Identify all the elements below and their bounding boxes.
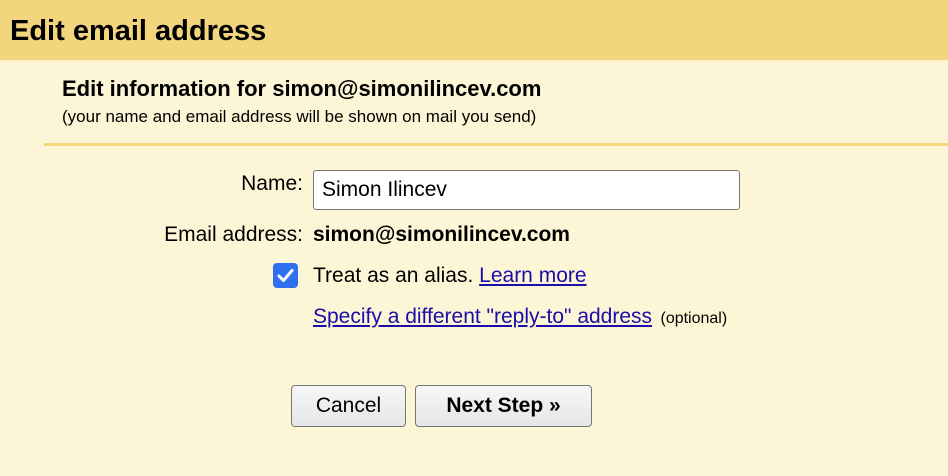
alias-label-row: Treat as an alias. Learn more [313, 263, 587, 289]
intro-title: Edit information for simon@simonilincev.… [62, 76, 542, 101]
reply-to-row: Specify a different "reply-to" address (… [313, 304, 727, 332]
learn-more-link[interactable]: Learn more [479, 264, 586, 287]
checkmark-icon [277, 269, 294, 282]
name-label: Name: [241, 172, 303, 195]
reply-to-link[interactable]: Specify a different "reply-to" address [313, 305, 652, 328]
optional-note: (optional) [660, 310, 728, 327]
section-divider [44, 143, 948, 146]
next-step-button[interactable]: Next Step » [415, 385, 592, 427]
alias-checkbox[interactable] [273, 263, 298, 288]
email-address-label: Email address: [164, 223, 303, 246]
dialog-title: Edit email address [10, 15, 267, 47]
name-input[interactable] [313, 170, 740, 210]
dialog-header: Edit email address [0, 0, 948, 62]
email-address-value: simon@simonilincev.com [313, 223, 570, 246]
intro-subtitle: (your name and email address will be sho… [62, 107, 537, 126]
alias-label: Treat as an alias. [313, 264, 474, 287]
cancel-button[interactable]: Cancel [291, 385, 406, 427]
